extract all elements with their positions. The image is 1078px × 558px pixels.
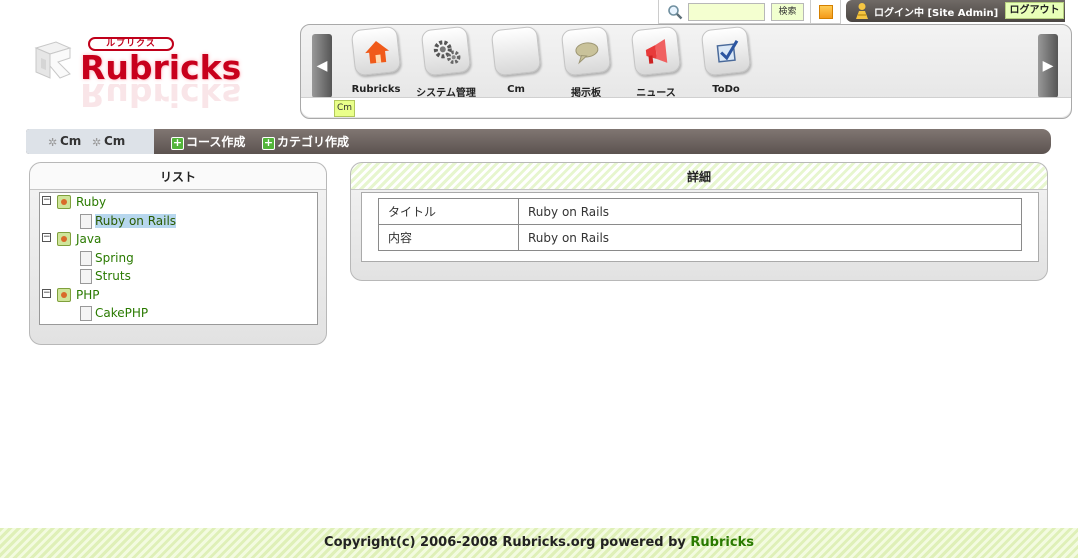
list-panel: リスト − Ruby Ruby on Rails − Java Spring S… xyxy=(29,162,327,345)
detail-panel-title: 詳細 xyxy=(351,163,1047,190)
menu-item-news[interactable]: ニュース xyxy=(621,25,691,99)
megaphone-icon xyxy=(630,25,682,77)
collapse-toggle-icon[interactable]: − xyxy=(42,288,51,298)
plus-icon: + xyxy=(262,136,275,150)
create-course-button[interactable]: + コース作成 xyxy=(171,133,245,150)
tree-category-row: − Java xyxy=(40,231,317,250)
plus-icon: + xyxy=(171,136,184,150)
menu-item-bulletin-board[interactable]: 掲示板 xyxy=(551,25,621,99)
detail-content: タイトル Ruby on Rails 内容 Ruby on Rails xyxy=(361,192,1039,262)
list-panel-title: リスト xyxy=(30,163,326,190)
copyright-text: Copyright(c) 2006-2008 Rubricks.org powe… xyxy=(324,535,691,550)
tree-category-java[interactable]: Java xyxy=(76,232,101,246)
category-icon xyxy=(57,287,71,302)
tree-course-row: Ruby on Rails xyxy=(40,213,317,232)
user-label: ログイン中 [Site Admin] xyxy=(874,8,999,19)
top-bar: 検索 ログイン中 [Site Admin] ログアウト xyxy=(658,0,1078,24)
detail-key-content: 内容 xyxy=(378,224,519,251)
menu-item-system-admin[interactable]: システム管理 xyxy=(411,25,481,99)
table-row: 内容 Ruby on Rails xyxy=(378,224,1022,251)
tree-course-spring[interactable]: Spring xyxy=(95,251,134,265)
rss-icon[interactable] xyxy=(819,5,833,19)
menu-label: Cm xyxy=(507,84,525,95)
detail-panel: 詳細 タイトル Ruby on Rails 内容 Ruby on Rails xyxy=(350,162,1048,281)
category-tree: − Ruby Ruby on Rails − Java Spring Strut… xyxy=(39,192,318,325)
user-status: ログイン中 [Site Admin] ログアウト xyxy=(846,0,1065,22)
user-icon xyxy=(854,2,870,20)
menu-item-rubricks[interactable]: Rubricks xyxy=(341,25,411,99)
checkbox-icon xyxy=(700,25,752,77)
search-area: 検索 xyxy=(658,0,810,24)
app-menu-bar: ◀ Rubricks システム管理 Cm 掲示板 ニュース ToDo ▶ Cm xyxy=(300,24,1072,119)
category-icon xyxy=(57,195,71,209)
collapse-toggle-icon[interactable]: − xyxy=(42,233,51,242)
tree-course-row: Spring xyxy=(40,250,317,269)
document-icon xyxy=(80,306,92,321)
create-category-button[interactable]: + カテゴリ作成 xyxy=(262,133,349,150)
tree-category-row: − Ruby xyxy=(40,194,317,213)
detail-value-content: Ruby on Rails xyxy=(518,224,1022,251)
tree-category-php[interactable]: PHP xyxy=(76,288,100,302)
breadcrumb-item[interactable]: ✲ Cm xyxy=(48,134,81,149)
rss-area xyxy=(810,0,841,24)
menu-item-cm[interactable]: Cm xyxy=(481,25,551,99)
document-icon xyxy=(80,269,92,284)
category-icon xyxy=(57,232,71,246)
footer-brand-link[interactable]: Rubricks xyxy=(690,535,754,550)
table-row: タイトル Ruby on Rails xyxy=(378,198,1022,225)
footer: Copyright(c) 2006-2008 Rubricks.org powe… xyxy=(0,528,1078,558)
gear-icon: ✲ xyxy=(48,136,58,149)
site-logo[interactable]: ルブリクス Rubricks Rubricks xyxy=(30,34,262,122)
tree-category-ruby[interactable]: Ruby xyxy=(76,195,106,209)
document-icon xyxy=(80,213,92,229)
detail-key-title: タイトル xyxy=(378,198,519,225)
sub-tab-cm[interactable]: Cm xyxy=(334,100,355,117)
tree-course-row: Struts xyxy=(40,268,317,287)
tree-course-ruby-on-rails[interactable]: Ruby on Rails xyxy=(95,213,177,228)
tree-course-row: CakePHP xyxy=(40,305,317,324)
gears-icon xyxy=(420,25,472,77)
house-icon xyxy=(350,25,402,77)
logout-button[interactable]: ログアウト xyxy=(1005,2,1064,19)
logo-text: Rubricks xyxy=(80,48,242,87)
search-button[interactable]: 検索 xyxy=(771,3,804,21)
menu-item-todo[interactable]: ToDo xyxy=(691,25,761,99)
logo-mark-icon xyxy=(30,38,78,84)
search-input[interactable] xyxy=(688,3,765,21)
tree-course-struts[interactable]: Struts xyxy=(95,269,131,283)
gear-icon: ✲ xyxy=(92,136,102,149)
detail-value-title: Ruby on Rails xyxy=(518,198,1022,225)
collapse-toggle-icon[interactable]: − xyxy=(42,196,51,205)
tree-course-cakephp[interactable]: CakePHP xyxy=(95,306,148,320)
sub-tab-strip: Cm xyxy=(301,97,1071,117)
search-icon xyxy=(667,4,683,20)
menu-label: Rubricks xyxy=(351,84,401,95)
tree-category-row: − PHP xyxy=(40,287,317,306)
breadcrumb-item[interactable]: ✲ Cm xyxy=(92,134,125,149)
menu-scroll-left-button[interactable]: ◀ xyxy=(312,34,332,98)
document-icon xyxy=(80,250,92,266)
blank-icon xyxy=(490,25,542,77)
breadcrumb: ✲ Cm ✲ Cm xyxy=(26,129,154,154)
menu-label: ToDo xyxy=(712,84,740,95)
menu-scroll-right-button[interactable]: ▶ xyxy=(1038,34,1058,98)
action-bar: ✲ Cm ✲ Cm + コース作成 + カテゴリ作成 xyxy=(26,129,1051,154)
speech-bubble-icon xyxy=(560,25,612,77)
detail-table: タイトル Ruby on Rails 内容 Ruby on Rails xyxy=(378,198,1022,251)
logo-reflection: Rubricks xyxy=(80,84,242,114)
